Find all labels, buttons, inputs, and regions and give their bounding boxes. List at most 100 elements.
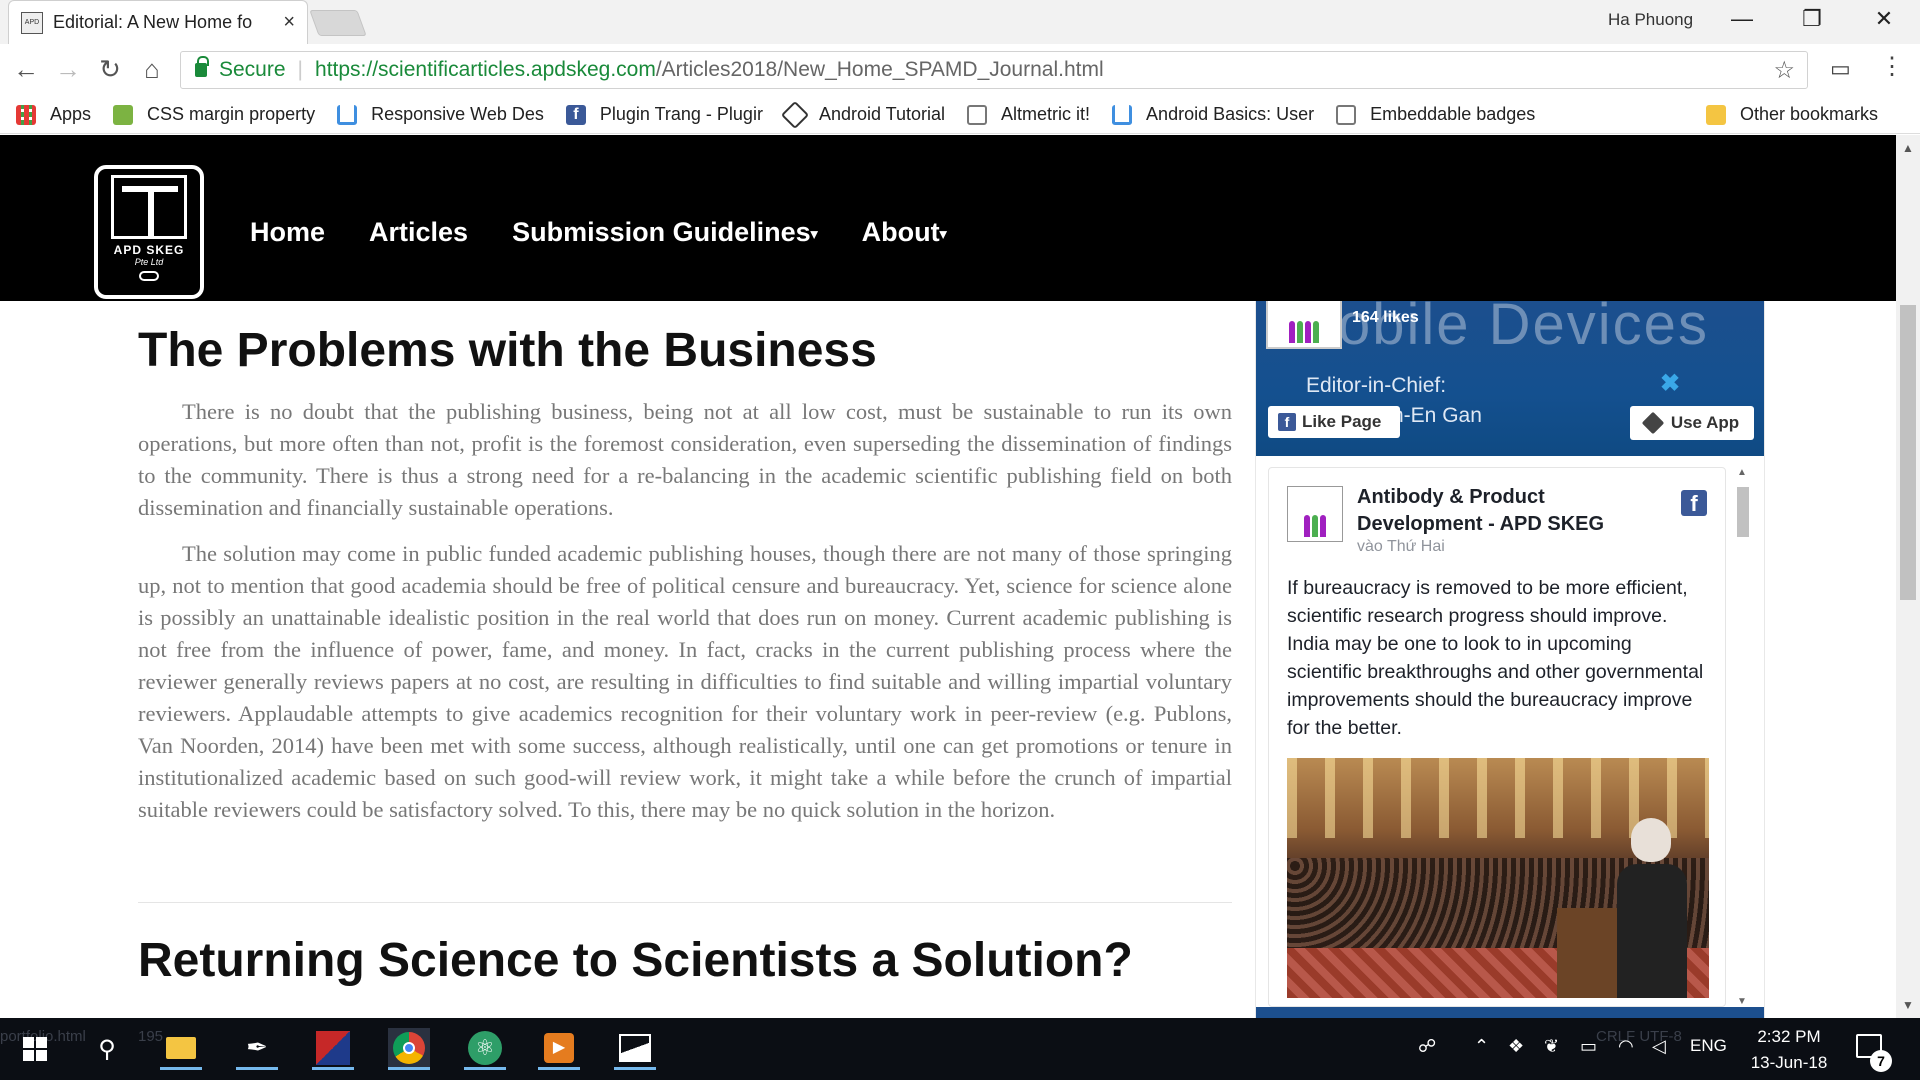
scroll-up-icon[interactable]: ▲ — [1737, 467, 1747, 478]
home-button[interactable]: ⌂ — [134, 54, 170, 85]
scroll-thumb[interactable] — [1900, 305, 1916, 600]
facebook-icon: f — [1278, 413, 1296, 431]
windows-logo-icon — [23, 1037, 47, 1061]
bookmark-responsive-web[interactable]: Responsive Web Des — [337, 104, 544, 125]
fb-cover-photo: obile Devices 164 likes Editor-in-Chief:… — [1256, 301, 1764, 456]
minimize-button[interactable]: — — [1722, 6, 1762, 32]
photos-icon[interactable] — [614, 1028, 656, 1070]
logo-mark-icon — [111, 175, 187, 239]
diamond-icon — [780, 100, 810, 129]
browser-menu-icon[interactable]: ⋮ — [1880, 52, 1904, 81]
nav-submission-guidelines[interactable]: Submission Guidelines▾ — [512, 217, 818, 248]
atom-editor-icon[interactable]: ⚛ — [464, 1028, 506, 1070]
system-clock[interactable]: 2:32 PM 13-Jun-18 — [1744, 1024, 1834, 1076]
clock-time: 2:32 PM — [1757, 1027, 1821, 1046]
caret-down-icon: ▾ — [810, 225, 818, 242]
search-icon[interactable]: ⚲ — [86, 1028, 128, 1070]
bookmark-android-basics[interactable]: Android Basics: User — [1112, 104, 1314, 125]
nav-home[interactable]: Home — [250, 217, 325, 248]
next-widget-strip — [1256, 1007, 1764, 1018]
volume-icon[interactable]: ◁ — [1652, 1036, 1666, 1057]
cover-x-icon: ✖ — [1660, 370, 1681, 397]
battery-icon[interactable]: ▭ — [1580, 1036, 1597, 1057]
cast-icon[interactable]: ▭ — [1830, 56, 1851, 82]
bookmark-android-tutorial[interactable]: Android Tutorial — [780, 100, 945, 129]
facebook-icon[interactable]: f — [1681, 490, 1707, 516]
post-photo[interactable] — [1287, 758, 1709, 998]
reload-button[interactable]: ↻ — [92, 54, 128, 85]
lock-icon — [195, 56, 209, 77]
folder-icon — [1705, 104, 1726, 125]
address-toolbar: ← → ↻ ⌂ Secure | https://scientificartic… — [0, 44, 1920, 96]
page-icon — [967, 104, 988, 125]
back-button[interactable]: ← — [8, 54, 44, 85]
chevron-up-icon[interactable]: ⌃ — [1474, 1036, 1489, 1057]
chrome-icon[interactable] — [388, 1028, 430, 1070]
apps-grid-icon — [16, 104, 36, 125]
post-timestamp[interactable]: vào Thứ Hai — [1357, 538, 1445, 556]
scroll-thumb[interactable] — [1737, 487, 1749, 537]
scroll-up-icon[interactable]: ▲ — [1902, 141, 1914, 155]
caret-down-icon: ▾ — [939, 225, 947, 242]
windows-taskbar: portfolio.html 195 CRLF UTF-8 ⚲ ✒ ⚛ ▶ ☍ … — [0, 1018, 1920, 1080]
post-avatar[interactable] — [1287, 486, 1343, 542]
w3-icon — [113, 104, 134, 125]
bookmark-embeddable-badges[interactable]: Embeddable badges — [1336, 104, 1535, 125]
page-scrollbar[interactable]: ▲ ▼ — [1896, 135, 1920, 1018]
bookmark-altmetric[interactable]: Altmetric it! — [967, 104, 1090, 125]
bookmark-label: Embeddable badges — [1370, 104, 1536, 124]
scroll-down-icon[interactable]: ▼ — [1902, 998, 1914, 1012]
bookmark-label: Responsive Web Des — [371, 104, 544, 124]
section-divider — [138, 902, 1232, 903]
bookmark-plugin-trang[interactable]: f Plugin Trang - Plugir — [565, 104, 763, 125]
new-tab-button[interactable] — [309, 10, 367, 36]
use-app-label: Use App — [1670, 413, 1740, 432]
section-heading: The Problems with the Business — [138, 324, 877, 377]
post-author[interactable]: Antibody & Product Development - APD SKE… — [1357, 484, 1657, 538]
other-bookmarks-label: Other bookmarks — [1739, 104, 1878, 124]
nav-about[interactable]: About▾ — [862, 217, 947, 248]
dropbox-icon[interactable]: ❖ — [1508, 1036, 1524, 1057]
url-omnibox[interactable]: Secure | https://scientificarticles.apds… — [180, 51, 1808, 89]
flag-app-icon[interactable] — [312, 1028, 354, 1070]
forward-button[interactable]: → — [50, 54, 86, 85]
bookmark-label: CSS margin property — [147, 104, 316, 124]
close-window-button[interactable]: ✕ — [1864, 6, 1904, 32]
page-viewport: APD SKEG Pte Ltd Home Articles Submissio… — [0, 135, 1896, 1018]
people-icon[interactable]: ☍ — [1418, 1036, 1436, 1057]
wifi-icon[interactable]: ◠ — [1618, 1036, 1634, 1057]
url-host: https://scientificarticles.apdskeg.com — [315, 58, 656, 81]
browser-tab-bar: APD Editorial: A New Home fo × Ha Phuong… — [0, 0, 1920, 44]
bookmark-label: Apps — [50, 104, 92, 124]
tab-close-icon[interactable]: × — [283, 11, 295, 34]
restore-button[interactable]: ❐ — [1792, 6, 1832, 32]
use-app-button[interactable]: Use App — [1630, 406, 1754, 440]
nav-articles[interactable]: Articles — [369, 217, 468, 248]
udacity-icon — [337, 104, 358, 125]
page-avatar[interactable] — [1266, 301, 1342, 349]
bookmark-star-icon[interactable]: ☆ — [1773, 56, 1795, 85]
other-bookmarks[interactable]: Other bookmarks — [1705, 104, 1878, 125]
bookmark-css-margin[interactable]: CSS margin property — [113, 104, 315, 125]
clock-date: 13-Jun-18 — [1750, 1053, 1828, 1072]
feather-icon[interactable]: ❦ — [1544, 1036, 1559, 1057]
media-player-icon[interactable]: ▶ — [538, 1028, 580, 1070]
like-page-button[interactable]: f Like Page — [1268, 406, 1400, 438]
bookmarks-bar: Apps CSS margin property Responsive Web … — [0, 96, 1920, 134]
feed-scrollbar[interactable]: ▲ ▼ — [1734, 467, 1752, 1007]
start-button[interactable] — [14, 1028, 56, 1070]
profile-name[interactable]: Ha Phuong — [1608, 10, 1693, 30]
likes-count: 164 likes — [1352, 309, 1419, 326]
udacity-icon — [1112, 104, 1133, 125]
language-indicator[interactable]: ENG — [1690, 1036, 1727, 1056]
scroll-down-icon[interactable]: ▼ — [1737, 996, 1747, 1007]
site-logo[interactable]: APD SKEG Pte Ltd — [94, 165, 204, 299]
bookmark-apps[interactable]: Apps — [16, 104, 91, 125]
facebook-page-widget: obile Devices 164 likes Editor-in-Chief:… — [1255, 301, 1765, 1018]
ghost-text: CRLF UTF-8 — [1596, 1028, 1682, 1045]
pen-app-icon[interactable]: ✒ — [236, 1028, 278, 1070]
file-explorer-icon[interactable] — [160, 1028, 202, 1070]
article-paragraph: There is no doubt that the publishing bu… — [138, 399, 1232, 520]
browser-tab[interactable]: APD Editorial: A New Home fo × — [8, 0, 308, 44]
site-favicon-icon: APD — [21, 11, 43, 34]
